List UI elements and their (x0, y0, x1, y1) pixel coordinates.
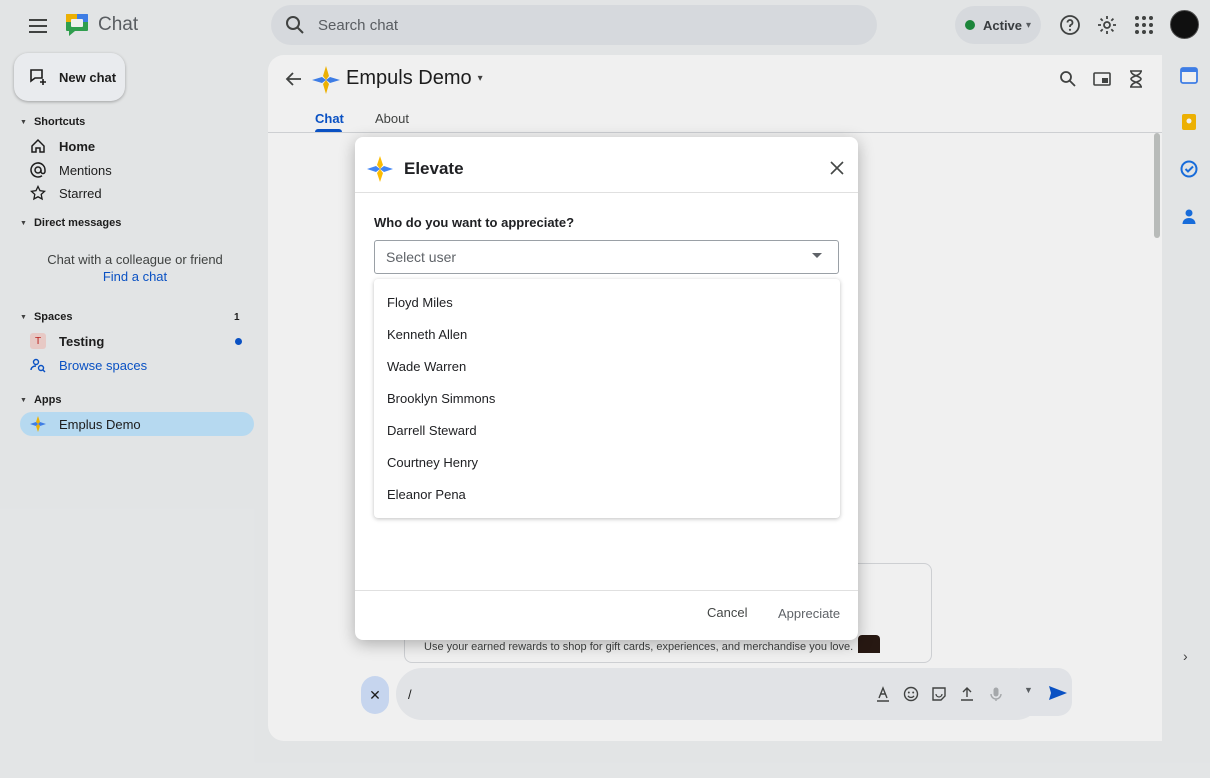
elevate-dialog: Elevate Who do you want to appreciate? S… (355, 137, 858, 640)
user-select-value: Select user (386, 249, 457, 265)
user-option[interactable]: Brooklyn Simmons (374, 382, 840, 414)
user-select[interactable]: Select user (374, 240, 839, 274)
dropdown-arrow-icon (812, 253, 822, 258)
appreciate-button[interactable]: Appreciate (778, 606, 840, 621)
user-option[interactable]: Wade Warren (374, 350, 840, 382)
divider (355, 192, 858, 193)
elevate-logo-icon (367, 156, 393, 182)
close-icon[interactable] (829, 160, 845, 176)
user-option[interactable]: Kenneth Allen (374, 318, 840, 350)
dialog-title: Elevate (404, 159, 464, 178)
user-option[interactable]: Floyd Miles (374, 286, 840, 318)
user-option[interactable]: Darrell Steward (374, 414, 840, 446)
user-options-list: Floyd Miles Kenneth Allen Wade Warren Br… (374, 279, 840, 518)
cancel-button[interactable]: Cancel (707, 605, 747, 620)
user-option[interactable]: Eleanor Pena (374, 478, 840, 510)
appreciate-question: Who do you want to appreciate? (374, 215, 575, 230)
user-option[interactable]: Courtney Henry (374, 446, 840, 478)
divider (355, 590, 858, 591)
